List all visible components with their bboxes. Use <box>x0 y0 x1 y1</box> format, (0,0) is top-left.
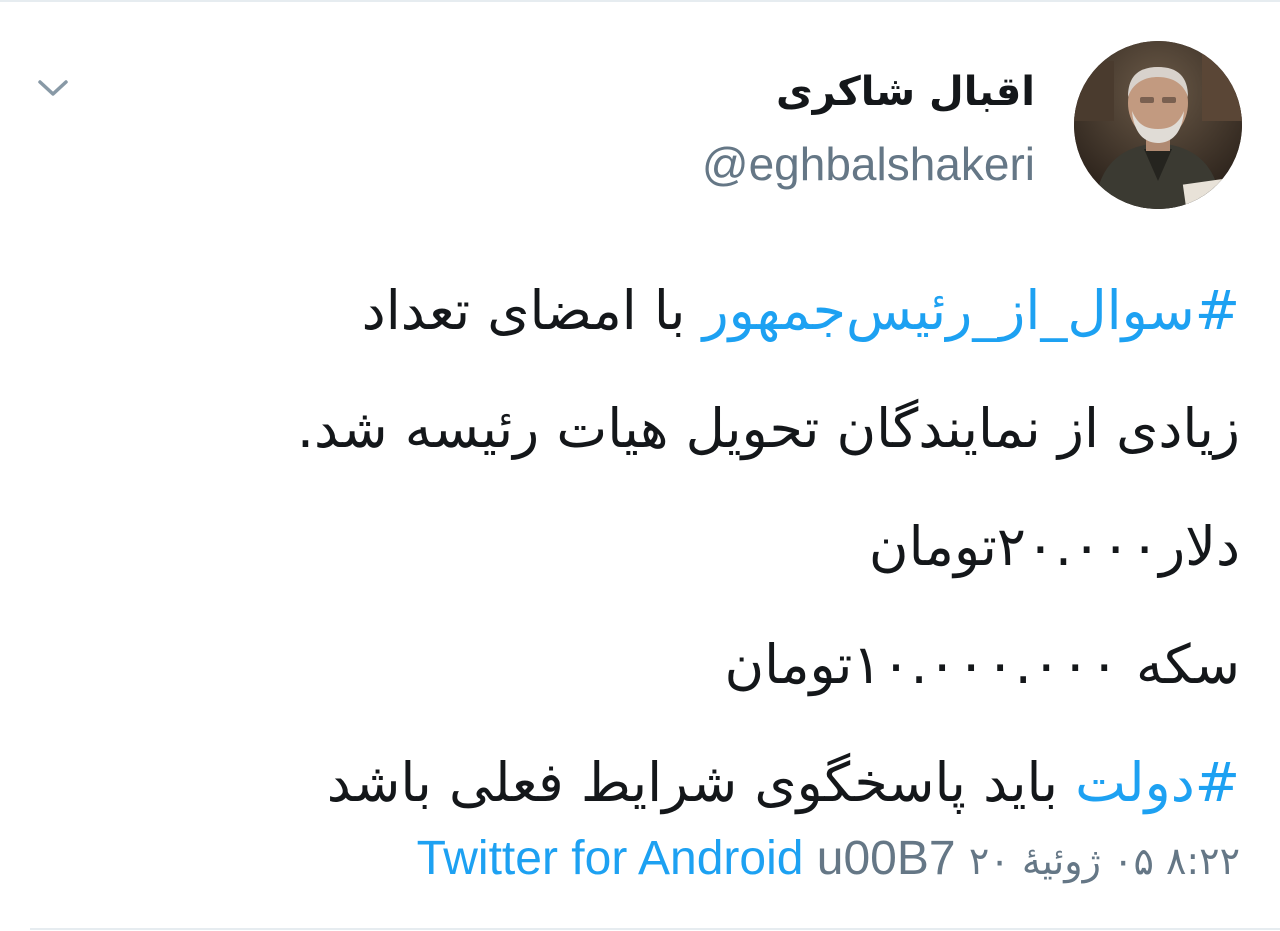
tweet-line-4: سکه ۱۰.۰۰۰.۰۰۰تومان <box>30 606 1240 724</box>
tweet-meta: ۸:۲۲ ۰۵ ژوئیهٔ ۲۰ u00B7 Twitter for Andr… <box>417 826 1240 894</box>
top-divider <box>0 0 1280 2</box>
tweet-line-3: دلار۲۰.۰۰۰تومان <box>30 488 1240 606</box>
author-display-name[interactable]: اقبال شاکری <box>702 52 1035 132</box>
tweet-menu-button[interactable] <box>30 68 76 108</box>
tweet-source-link[interactable]: Twitter for Android <box>417 832 804 885</box>
tweet-line-text: سکه ۱۰.۰۰۰.۰۰۰تومان <box>724 633 1240 696</box>
tweet-line-text: دلار۲۰.۰۰۰تومان <box>868 515 1240 578</box>
profile-photo <box>1074 41 1242 209</box>
tweet-line-text: زیادی از نمایندگان تحویل هیات رئیسه شد. <box>296 397 1240 460</box>
author-handle[interactable]: @eghbalshakeri <box>702 132 1035 196</box>
chevron-down-icon <box>38 80 68 96</box>
tweet-line-text: با امضای تعداد <box>361 279 703 342</box>
tweet-header: اقبال شاکری @eghbalshakeri <box>702 52 1035 196</box>
avatar[interactable] <box>1074 41 1242 209</box>
tweet-text: #سوال_از_رئیس‌جمهور با امضای تعداد زیادی… <box>30 252 1240 842</box>
tweet-line-1: #سوال_از_رئیس‌جمهور با امضای تعداد <box>30 252 1240 370</box>
tweet-line-5: #دولت باید پاسخگوی شرایط فعلی باشد <box>30 724 1240 842</box>
tweet-line-text: باید پاسخگوی شرایط فعلی باشد <box>326 751 1076 814</box>
tweet-timestamp[interactable]: ۸:۲۲ ۰۵ ژوئیهٔ ۲۰ <box>969 839 1240 883</box>
tweet-line-2: زیادی از نمایندگان تحویل هیات رئیسه شد. <box>30 370 1240 488</box>
bottom-divider <box>30 928 1280 930</box>
meta-separator: u00B7 <box>816 832 956 885</box>
hashtag-link[interactable]: #دولت <box>1075 751 1240 814</box>
hashtag-link[interactable]: #سوال_از_رئیس‌جمهور <box>703 279 1240 342</box>
